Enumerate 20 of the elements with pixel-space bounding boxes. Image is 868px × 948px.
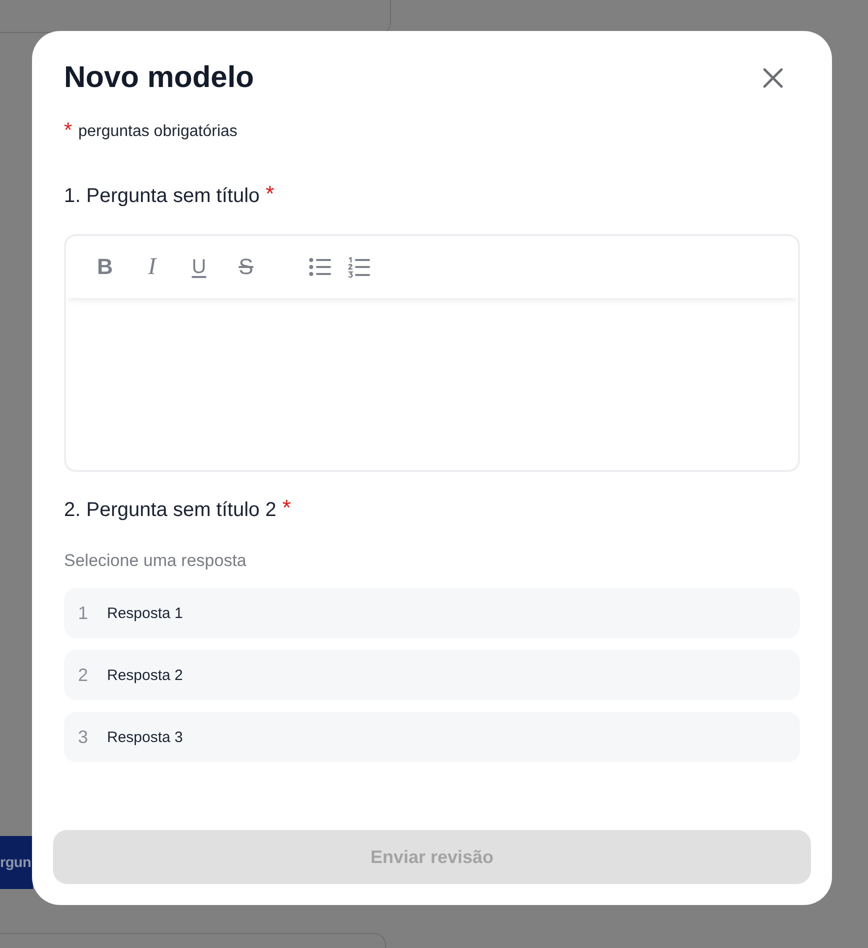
dialog-title: Novo modelo (64, 60, 254, 96)
question-title: 1. Pergunta sem título (64, 184, 260, 208)
numbered-list-icon (348, 256, 370, 278)
answer-option[interactable]: 1 Resposta 1 (64, 588, 800, 638)
close-button[interactable] (763, 68, 783, 88)
close-icon (763, 68, 783, 88)
strikethrough-button[interactable]: S (230, 251, 262, 283)
required-legend: perguntas obrigatórias (78, 123, 238, 141)
required-mark: * (266, 184, 274, 204)
answer-prompt: Selecione uma resposta (64, 550, 248, 572)
required-mark: * (64, 121, 72, 141)
italic-button[interactable]: I (136, 251, 168, 283)
underline-button[interactable]: U (183, 251, 215, 283)
background-button[interactable]: rgun (0, 836, 33, 889)
required-mark: * (282, 498, 291, 518)
answer-option[interactable]: 3 Resposta 3 (64, 712, 800, 762)
answer-option[interactable]: 2 Resposta 2 (64, 650, 800, 700)
question-title: 2. Pergunta sem título 2 (64, 498, 276, 522)
bold-button[interactable]: B (89, 251, 121, 283)
bulleted-list-icon (309, 257, 331, 277)
